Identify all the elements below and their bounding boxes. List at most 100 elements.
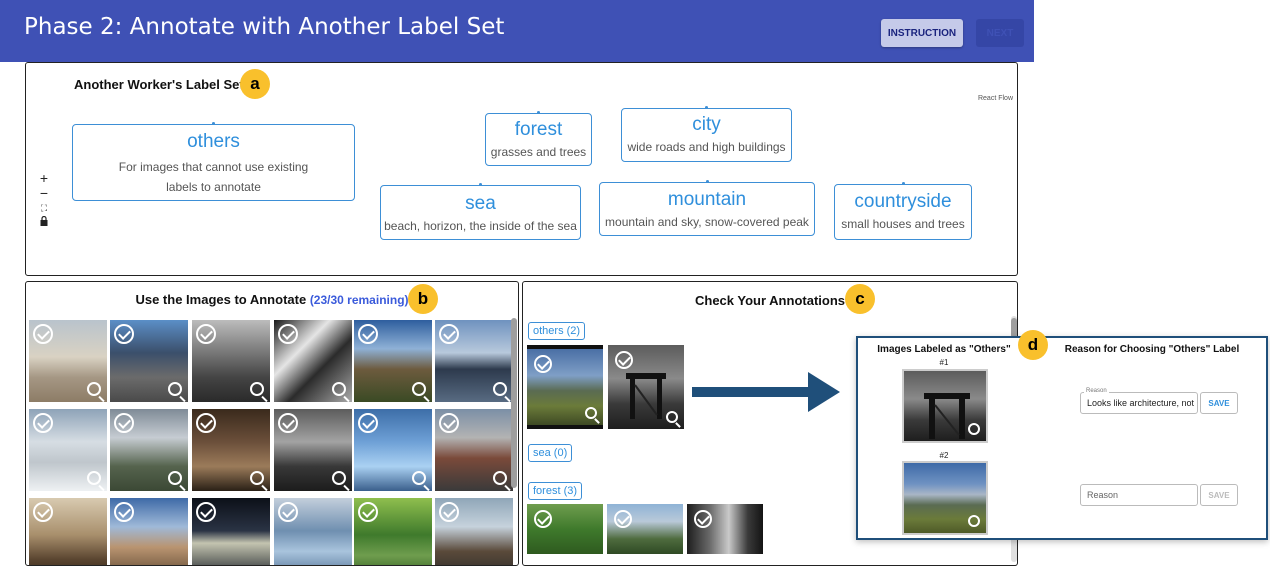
group-label-others[interactable]: others (2) [528, 322, 586, 340]
zoom-icon[interactable] [968, 515, 980, 527]
annotated-image[interactable] [527, 345, 603, 429]
instruction-button[interactable]: INSTRUCTION [881, 19, 963, 47]
annotated-image[interactable] [608, 345, 684, 429]
check-icon[interactable] [439, 324, 459, 344]
zoom-icon[interactable] [332, 382, 346, 396]
zoom-icon[interactable] [493, 471, 507, 485]
image-thumbnail[interactable] [274, 498, 352, 565]
lock-icon[interactable] [37, 215, 51, 231]
zoom-icon[interactable] [493, 382, 507, 396]
image-thumbnail[interactable] [110, 498, 188, 565]
save-button-1[interactable]: SAVE [1200, 392, 1238, 414]
image-thumbnail[interactable] [354, 320, 432, 402]
image-thumbnail[interactable] [274, 409, 352, 491]
label-name: others [187, 131, 240, 152]
check-icon[interactable] [114, 502, 134, 522]
page-title: Phase 2: Annotate with Another Label Set [24, 14, 505, 40]
check-icon[interactable] [278, 324, 298, 344]
image-thumbnail[interactable] [435, 498, 513, 565]
zoom-icon[interactable] [168, 471, 182, 485]
annotated-image[interactable] [687, 504, 763, 554]
zoom-icon[interactable] [968, 423, 980, 435]
image-thumbnail[interactable] [29, 409, 107, 491]
label-desc: beach, horizon, the inside of the sea [384, 219, 577, 233]
check-panel-title: Check Your Annotations [695, 293, 845, 308]
zoom-icon[interactable] [412, 471, 426, 485]
annotated-image[interactable] [527, 504, 603, 554]
check-icon[interactable] [278, 502, 298, 522]
others-image-1[interactable] [902, 369, 988, 443]
image-thumbnail[interactable] [354, 498, 432, 565]
image-thumbnail[interactable] [192, 498, 270, 565]
reason-column-title: Reason for Choosing "Others" Label [1064, 344, 1240, 355]
check-icon[interactable] [439, 502, 459, 522]
label-name: forest [514, 119, 563, 140]
label-set-panel: Another Worker's Label Set React Flow + … [25, 62, 1018, 276]
image-thumbnail[interactable] [354, 409, 432, 491]
zoom-icon[interactable] [250, 382, 264, 396]
label-name: mountain [667, 189, 747, 210]
image-thumbnail[interactable] [274, 320, 352, 402]
image-thumbnail[interactable] [29, 320, 107, 402]
check-icon[interactable] [33, 413, 53, 433]
save-button-2[interactable]: SAVE [1200, 484, 1238, 506]
check-icon[interactable] [196, 324, 216, 344]
callout-badge-d: d [1018, 330, 1048, 360]
image-thumbnail[interactable] [435, 409, 513, 491]
fit-view-icon[interactable]: ⛶ [37, 201, 51, 216]
check-icon[interactable] [196, 502, 216, 522]
label-node-city[interactable]: city wide roads and high buildings [621, 106, 792, 162]
item-number: #2 [939, 451, 949, 460]
reason-input-2[interactable]: Reason [1080, 484, 1198, 506]
check-icon[interactable] [358, 324, 378, 344]
zoom-icon[interactable] [412, 382, 426, 396]
react-flow-attribution[interactable]: React Flow [978, 95, 1013, 102]
grid-scrollbar[interactable] [511, 318, 517, 488]
label-node-mountain[interactable]: mountain mountain and sky, snow-covered … [599, 180, 815, 236]
zoom-icon[interactable] [250, 471, 264, 485]
label-node-countryside[interactable]: countryside small houses and trees [834, 182, 972, 240]
check-icon[interactable] [439, 413, 459, 433]
check-scrollbar-thumb[interactable] [1011, 318, 1017, 338]
label-desc: mountain and sky, snow-covered peak [605, 215, 809, 229]
zoom-icon[interactable] [332, 471, 346, 485]
next-button[interactable]: NEXT [976, 19, 1024, 47]
zoom-out-icon[interactable]: − [37, 186, 51, 201]
image-thumbnail[interactable] [192, 320, 270, 402]
image-thumbnail[interactable] [110, 409, 188, 491]
callout-badge-c: c [845, 284, 875, 314]
annotated-image[interactable] [607, 504, 683, 554]
image-thumbnail[interactable] [110, 320, 188, 402]
check-icon[interactable] [278, 413, 298, 433]
zoom-icon[interactable] [87, 471, 101, 485]
annotation-app: Phase 2: Annotate with Another Label Set… [0, 0, 1270, 567]
image-thumbnail[interactable] [29, 498, 107, 565]
label-node-others[interactable]: others For images that cannot use existi… [72, 122, 355, 201]
label-node-forest[interactable]: forest grasses and trees [485, 111, 592, 166]
zoom-icon[interactable] [168, 382, 182, 396]
image-thumbnail[interactable] [435, 320, 513, 402]
image-thumbnail[interactable] [192, 409, 270, 491]
group-label-sea[interactable]: sea (0) [528, 444, 573, 462]
check-icon[interactable] [358, 413, 378, 433]
check-icon[interactable] [358, 502, 378, 522]
group-label-forest[interactable]: forest (3) [528, 482, 583, 500]
reason-input-1[interactable]: Looks like architecture, not [1080, 392, 1198, 414]
check-icon[interactable] [196, 413, 216, 433]
label-set-title: Another Worker's Label Set [74, 77, 244, 92]
reason-field-legend: Reason [1084, 388, 1109, 394]
zoom-icon[interactable] [585, 407, 597, 419]
label-name: sea [465, 193, 496, 214]
check-icon[interactable] [33, 324, 53, 344]
item-number: #1 [939, 358, 949, 367]
callout-badge-a: a [240, 69, 270, 99]
check-icon[interactable] [33, 502, 53, 522]
check-icon[interactable] [114, 413, 134, 433]
label-desc: small houses and trees [841, 217, 965, 231]
zoom-icon[interactable] [666, 411, 678, 423]
zoom-in-icon[interactable]: + [37, 171, 51, 186]
check-icon[interactable] [114, 324, 134, 344]
others-image-2[interactable] [902, 461, 988, 535]
zoom-icon[interactable] [87, 382, 101, 396]
label-node-sea[interactable]: sea beach, horizon, the inside of the se… [380, 183, 581, 240]
